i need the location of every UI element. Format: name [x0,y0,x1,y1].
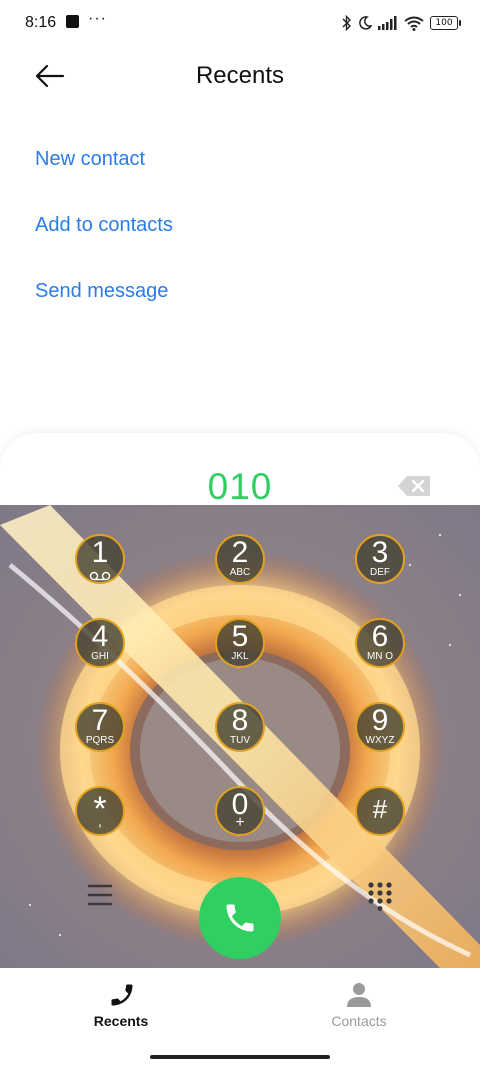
key-3[interactable]: 3 DEF [355,534,405,584]
bluetooth-icon [342,15,351,31]
send-message-link[interactable]: Send message [35,280,168,303]
call-button[interactable] [199,877,281,959]
add-to-contacts-link[interactable]: Add to contacts [35,214,173,237]
status-time: 8:16 [25,14,57,31]
menu-button[interactable] [87,882,113,908]
new-contact-link[interactable]: New contact [35,148,145,171]
notification-square-icon [66,15,79,28]
key-4[interactable]: 4 GHI [75,618,125,668]
key-6[interactable]: 6 MN O [355,618,405,668]
nav-recents[interactable]: Recents [41,968,201,1038]
wifi-icon [404,16,424,31]
phone-icon [226,904,254,932]
nav-contacts-label: Contacts [331,1013,387,1029]
key-9[interactable]: 9 WXYZ [355,702,405,752]
key-5[interactable]: 5 JKL [215,618,265,668]
key-7[interactable]: 7 PQRS [75,702,125,752]
nav-recents-label: Recents [93,1013,149,1029]
battery-icon: 100 [430,16,461,30]
bottom-navigation: Recents Contacts [0,968,480,1067]
page-title: Recents [195,62,285,89]
moon-icon [359,16,372,30]
home-indicator [150,1055,330,1059]
signal-icon [378,16,397,30]
key-8[interactable]: 8 TUV [215,702,265,752]
key-1[interactable]: 1 [75,534,125,584]
dialpad-toggle-button[interactable] [366,881,394,911]
nav-contacts[interactable]: Contacts [279,968,439,1038]
status-bar: 8:16 ··· 100 [0,0,480,48]
hamburger-menu-icon [87,884,113,906]
key-hash[interactable]: # [355,786,405,836]
backspace-button[interactable] [397,475,431,497]
dialpad-icon [368,882,392,911]
more-notifications-icon: ··· [88,10,107,27]
status-icons: 100 [342,12,461,34]
phone-icon [111,984,133,1006]
person-icon [347,983,371,1007]
voicemail-icon [89,571,111,581]
backspace-icon [398,476,430,496]
key-0[interactable]: 0 + [215,786,265,836]
key-2[interactable]: 2 ABC [215,534,265,584]
key-star[interactable]: * , [75,786,125,836]
